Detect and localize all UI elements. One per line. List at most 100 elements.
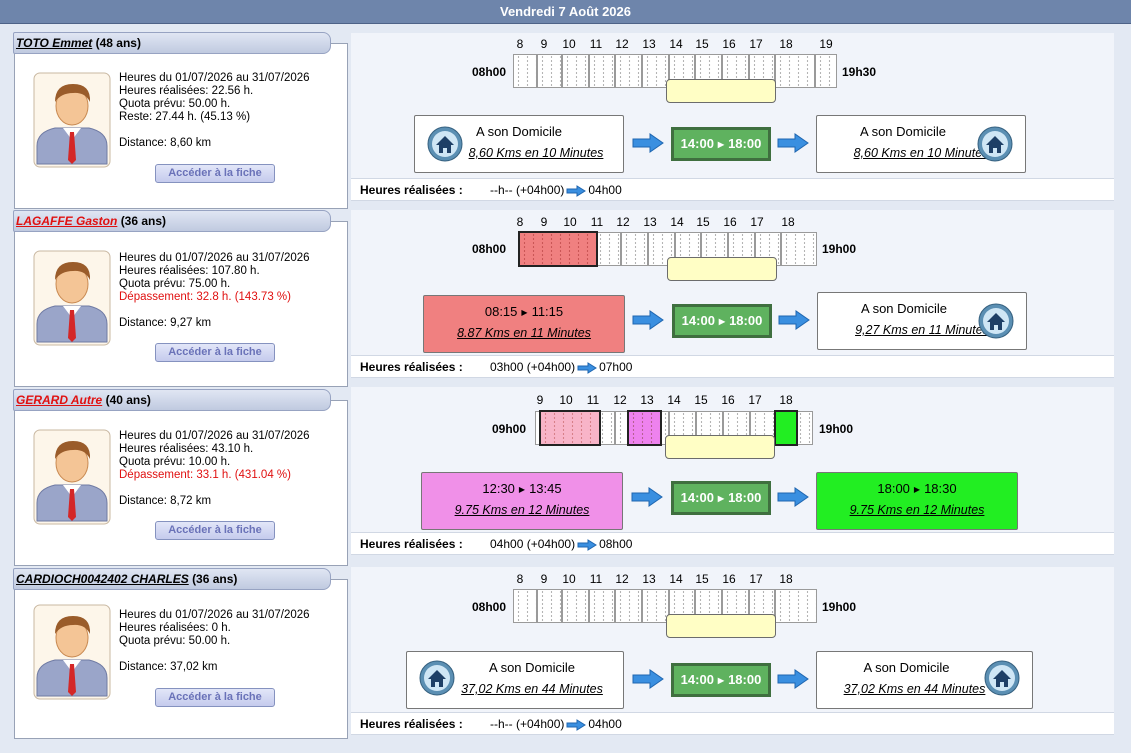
timeline-cell bbox=[775, 54, 815, 88]
person-age: (36 ans) bbox=[192, 572, 238, 586]
person-name-link[interactable]: LAGAFFE Gaston bbox=[16, 214, 117, 228]
realized-hours-row: Heures réalisées : 03h00 (+04h00) 07h00 bbox=[351, 355, 1114, 378]
hour-label: 18 bbox=[779, 37, 793, 51]
hour-label: 18 bbox=[779, 572, 793, 586]
timeline-cell bbox=[537, 54, 562, 88]
hour-label: 8 bbox=[516, 572, 524, 586]
arrow-right-icon bbox=[566, 184, 587, 197]
hours-overrun: Dépassement: 33.1 h. (431.04 %) bbox=[119, 469, 291, 481]
trip-segment bbox=[518, 231, 598, 267]
trip-box[interactable]: 12:30 ▶ 13:45 9.75 Kms en 12 Minutes bbox=[421, 472, 623, 530]
end-time-label: 19h00 bbox=[822, 242, 857, 256]
person-title: LAGAFFE Gaston (36 ans) bbox=[13, 210, 331, 232]
lunch-start: 14:00 bbox=[681, 313, 715, 328]
realized-label: Heures réalisées : bbox=[360, 360, 463, 374]
departure-box[interactable]: A son Domicile 8,60 Kms en 10 Minutes bbox=[414, 115, 624, 173]
hour-label: 17 bbox=[749, 572, 763, 586]
open-record-button[interactable]: Accéder à la fiche bbox=[155, 521, 275, 540]
hour-label: 14 bbox=[670, 215, 684, 229]
play-icon: ▶ bbox=[718, 316, 726, 326]
hours-period: Heures du 01/07/2026 au 31/07/2026 bbox=[119, 430, 310, 442]
person-title: CARDIOCH0042402 CHARLES (36 ans) bbox=[13, 568, 331, 590]
hour-label: 9 bbox=[540, 37, 548, 51]
lunch-break-bar bbox=[667, 257, 777, 281]
realized-value: --h-- (+04h00) 04h00 bbox=[490, 717, 622, 731]
realized-after: 04h00 bbox=[588, 717, 622, 731]
timeline-cell bbox=[562, 589, 589, 623]
person-stats: Heures du 01/07/2026 au 31/07/2026 Heure… bbox=[119, 252, 310, 304]
person-name-link[interactable]: TOTO Emmet bbox=[16, 36, 92, 50]
trip-distance-link[interactable]: 9.75 Kms en 12 Minutes bbox=[817, 503, 1017, 517]
person-distance: Distance: 37,02 km bbox=[119, 661, 218, 673]
person-avatar-icon bbox=[33, 250, 111, 346]
hour-label: 16 bbox=[723, 215, 737, 229]
return-box[interactable]: A son Domicile 37,02 Kms en 44 Minutes bbox=[816, 651, 1033, 709]
lunch-slot[interactable]: 14:00 ▶ 18:00 bbox=[672, 304, 772, 338]
timeline-cell bbox=[589, 589, 615, 623]
lunch-slot[interactable]: 14:00 ▶ 18:00 bbox=[671, 127, 771, 161]
open-record-button[interactable]: Accéder à la fiche bbox=[155, 343, 275, 362]
person-card: Heures du 01/07/2026 au 31/07/2026 Heure… bbox=[14, 221, 348, 387]
hours-done: Heures réalisées: 22.56 h. bbox=[119, 85, 254, 97]
hour-label: 9 bbox=[536, 393, 544, 407]
realized-before: 03h00 (+04h00) bbox=[490, 360, 576, 374]
hour-label: 12 bbox=[615, 37, 629, 51]
hour-label: 10 bbox=[562, 37, 576, 51]
person-name-link[interactable]: CARDIOCH0042402 CHARLES bbox=[16, 572, 189, 586]
departure-box[interactable]: A son Domicile 37,02 Kms en 44 Minutes bbox=[406, 651, 624, 709]
timeline-cell bbox=[615, 54, 642, 88]
trip-box[interactable]: 08:15 ▶ 11:15 8.87 Kms en 11 Minutes bbox=[423, 295, 625, 353]
trip-segment bbox=[774, 410, 798, 446]
trip-distance-link[interactable]: 9.75 Kms en 12 Minutes bbox=[422, 503, 622, 517]
schedule-panel: 8 9 10 11 12 13 14 15 16 17 18 08h00 19h… bbox=[351, 210, 1114, 378]
arrow-right-icon bbox=[577, 538, 598, 551]
lunch-end: 18:00 bbox=[728, 490, 762, 505]
trip-distance-link[interactable]: 8.87 Kms en 11 Minutes bbox=[424, 326, 624, 340]
lunch-start: 14:00 bbox=[680, 672, 714, 687]
person-stats: Heures du 01/07/2026 au 31/07/2026 Heure… bbox=[119, 609, 310, 648]
hour-label: 8 bbox=[516, 37, 524, 51]
hour-label: 9 bbox=[540, 572, 548, 586]
return-box[interactable]: A son Domicile 8,60 Kms en 10 Minutes bbox=[816, 115, 1026, 173]
trip-start: 08:15 bbox=[484, 304, 518, 319]
return-box[interactable]: A son Domicile 9,27 Kms en 11 Minutes bbox=[817, 292, 1027, 350]
lunch-slot[interactable]: 14:00 ▶ 18:00 bbox=[671, 481, 771, 515]
arrow-right-icon bbox=[777, 133, 809, 153]
hours-done: Heures réalisées: 43.10 h. bbox=[119, 443, 254, 455]
schedule-panel: 8 9 10 11 12 13 14 15 16 17 18 19 08h00 … bbox=[351, 33, 1114, 201]
hour-label: 13 bbox=[642, 37, 656, 51]
hour-label: 17 bbox=[750, 215, 764, 229]
open-record-button[interactable]: Accéder à la fiche bbox=[155, 164, 275, 183]
person-age: (36 ans) bbox=[120, 214, 167, 228]
arrow-right-icon bbox=[632, 669, 664, 689]
hours-quota: Quota prévu: 75.00 h. bbox=[119, 278, 231, 290]
home-icon bbox=[419, 660, 455, 696]
lunch-break-bar bbox=[666, 614, 776, 638]
start-time-label: 08h00 bbox=[472, 600, 507, 614]
trip-time: 08:15 ▶ 11:15 bbox=[424, 304, 624, 319]
hour-label: 10 bbox=[559, 393, 573, 407]
trip-start: 18:00 bbox=[877, 481, 910, 496]
play-icon: ▶ bbox=[717, 139, 725, 149]
lunch-start: 14:00 bbox=[680, 136, 714, 151]
arrow-right-icon bbox=[632, 133, 664, 153]
open-record-button[interactable]: Accéder à la fiche bbox=[155, 688, 275, 707]
timeline-cell bbox=[775, 589, 817, 623]
hour-label: 17 bbox=[749, 37, 763, 51]
trip-end: 13:45 bbox=[529, 481, 562, 496]
person-card: Heures du 01/07/2026 au 31/07/2026 Heure… bbox=[14, 579, 348, 739]
person-distance: Distance: 8,60 km bbox=[119, 137, 212, 149]
timeline-cell bbox=[595, 232, 621, 266]
trip-start: 12:30 bbox=[482, 481, 515, 496]
end-time-label: 19h00 bbox=[822, 600, 857, 614]
timeline-cell bbox=[615, 589, 642, 623]
hour-label: 12 bbox=[613, 393, 627, 407]
start-time-label: 08h00 bbox=[472, 65, 507, 79]
arrow-right-icon bbox=[777, 669, 809, 689]
hour-label: 14 bbox=[669, 37, 683, 51]
lunch-slot[interactable]: 14:00 ▶ 18:00 bbox=[671, 663, 771, 697]
person-name-link[interactable]: GERARD Autre bbox=[16, 393, 102, 407]
person-age: (40 ans) bbox=[105, 393, 151, 407]
trip-box[interactable]: 18:00 ▶ 18:30 9.75 Kms en 12 Minutes bbox=[816, 472, 1018, 530]
timeline-cell bbox=[537, 589, 562, 623]
